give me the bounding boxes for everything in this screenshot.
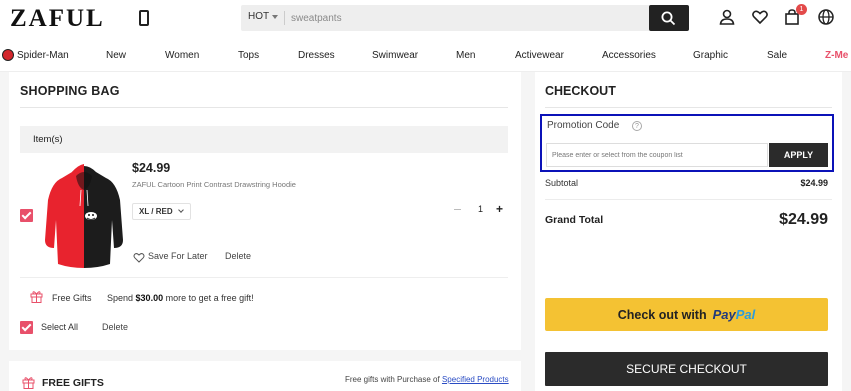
divider (20, 277, 508, 278)
subtotal-value: $24.99 (800, 178, 828, 188)
heart-icon[interactable] (751, 8, 769, 26)
shopping-bag-panel: SHOPPING BAG Item(s) $24.99 ZAFUL Cartoo… (9, 72, 521, 350)
quantity-increase-button[interactable]: + (496, 203, 503, 215)
quantity-decrease-button[interactable] (454, 209, 461, 210)
globe-icon[interactable] (817, 8, 835, 26)
logo[interactable]: ZAFUL (10, 5, 105, 33)
divider (545, 199, 832, 200)
chevron-down-icon[interactable] (272, 15, 278, 19)
promotion-code-label: Promotion Code (547, 120, 620, 131)
free-gifts-title: FREE GIFTS (42, 377, 104, 389)
help-icon[interactable]: ? (632, 121, 642, 131)
nav-item-men[interactable]: Men (456, 50, 475, 61)
nav-item-women[interactable]: Women (165, 50, 199, 61)
search-input[interactable] (291, 9, 641, 27)
apply-button[interactable]: APPLY (769, 143, 828, 167)
spend-amount: $30.00 (135, 293, 164, 303)
subtotal-label: Subtotal (545, 178, 579, 188)
user-icon[interactable] (718, 8, 736, 26)
nav-item-spider-man[interactable]: Spider-Man (17, 50, 69, 61)
save-for-later-link[interactable]: Save For Later (132, 251, 208, 261)
nav-item-new[interactable]: New (106, 50, 126, 61)
chevron-down-icon (178, 207, 184, 213)
items-header-label: Item(s) (33, 134, 63, 145)
item-name[interactable]: ZAFUL Cartoon Print Contrast Drawstring … (132, 180, 296, 189)
specified-products-link[interactable]: Specified Products (442, 375, 509, 384)
paypal-logo-pay: Pay (712, 307, 736, 322)
gift-icon (30, 291, 43, 303)
product-image[interactable] (44, 160, 124, 272)
search-category[interactable]: HOT (248, 11, 269, 22)
mobile-app-icon[interactable] (139, 10, 149, 26)
bag-title: SHOPPING BAG (20, 84, 120, 98)
item-price: $24.99 (132, 161, 171, 175)
promotion-code-input[interactable] (546, 143, 768, 167)
delete-item-link[interactable]: Delete (225, 251, 251, 261)
divider (545, 107, 832, 108)
nav-item-tops[interactable]: Tops (238, 50, 259, 61)
grand-total-value: $24.99 (779, 211, 828, 228)
paypal-button-label: Check out with (617, 308, 707, 322)
paypal-checkout-button[interactable]: Check out with PayPal (545, 298, 828, 331)
select-all-label[interactable]: Select All (41, 322, 78, 332)
grand-total-label: Grand Total (545, 214, 604, 226)
free-gifts-note-text: Free gifts with Purchase of (345, 375, 440, 384)
spend-prefix: Spend (107, 293, 134, 303)
search-button[interactable] (649, 5, 689, 31)
free-gifts-label: Free Gifts (52, 293, 92, 303)
spider-man-icon (2, 49, 14, 61)
item-checkbox[interactable] (20, 209, 33, 222)
quantity-value[interactable]: 1 (478, 204, 483, 214)
nav-item-activewear[interactable]: Activewear (515, 50, 564, 61)
secure-checkout-button[interactable]: SECURE CHECKOUT (545, 352, 828, 386)
select-all-checkbox[interactable] (20, 321, 33, 334)
category-nav: Spider-Man New Women Tops Dresses Swimwe… (0, 40, 851, 72)
gift-icon (22, 377, 35, 389)
paypal-logo-pal: Pal (735, 307, 756, 322)
nav-item-accessories[interactable]: Accessories (602, 50, 656, 61)
nav-item-swimwear[interactable]: Swimwear (372, 50, 418, 61)
free-gifts-note: Free gifts with Purchase of Specified Pr… (345, 375, 509, 384)
nav-item-z-me[interactable]: Z-Me (825, 50, 848, 61)
nav-item-sale[interactable]: Sale (767, 50, 787, 61)
search-bar: HOT (241, 5, 689, 31)
delete-selected-link[interactable]: Delete (102, 322, 128, 332)
divider (20, 107, 508, 108)
items-header: Item(s) (20, 126, 508, 153)
search-divider (284, 11, 285, 25)
checkout-panel: CHECKOUT Promotion Code ? APPLY Subtotal… (535, 72, 842, 391)
variant-value: XL / RED (139, 207, 173, 216)
nav-item-dresses[interactable]: Dresses (298, 50, 335, 61)
free-gift-progress-text: Spend $30.00 more to get a free gift! (107, 293, 254, 303)
cart-count-badge: 1 (796, 4, 807, 15)
search-icon (661, 11, 676, 26)
nav-item-graphic[interactable]: Graphic (693, 50, 728, 61)
spend-suffix: more to get a free gift! (165, 293, 254, 303)
variant-selector[interactable]: XL / RED (132, 203, 191, 220)
checkout-title: CHECKOUT (545, 84, 616, 98)
header: ZAFUL HOT 1 (0, 0, 851, 40)
free-gifts-panel: FREE GIFTS Free gifts with Purchase of S… (9, 361, 521, 391)
promotion-code-section: Promotion Code ? APPLY (540, 114, 834, 172)
